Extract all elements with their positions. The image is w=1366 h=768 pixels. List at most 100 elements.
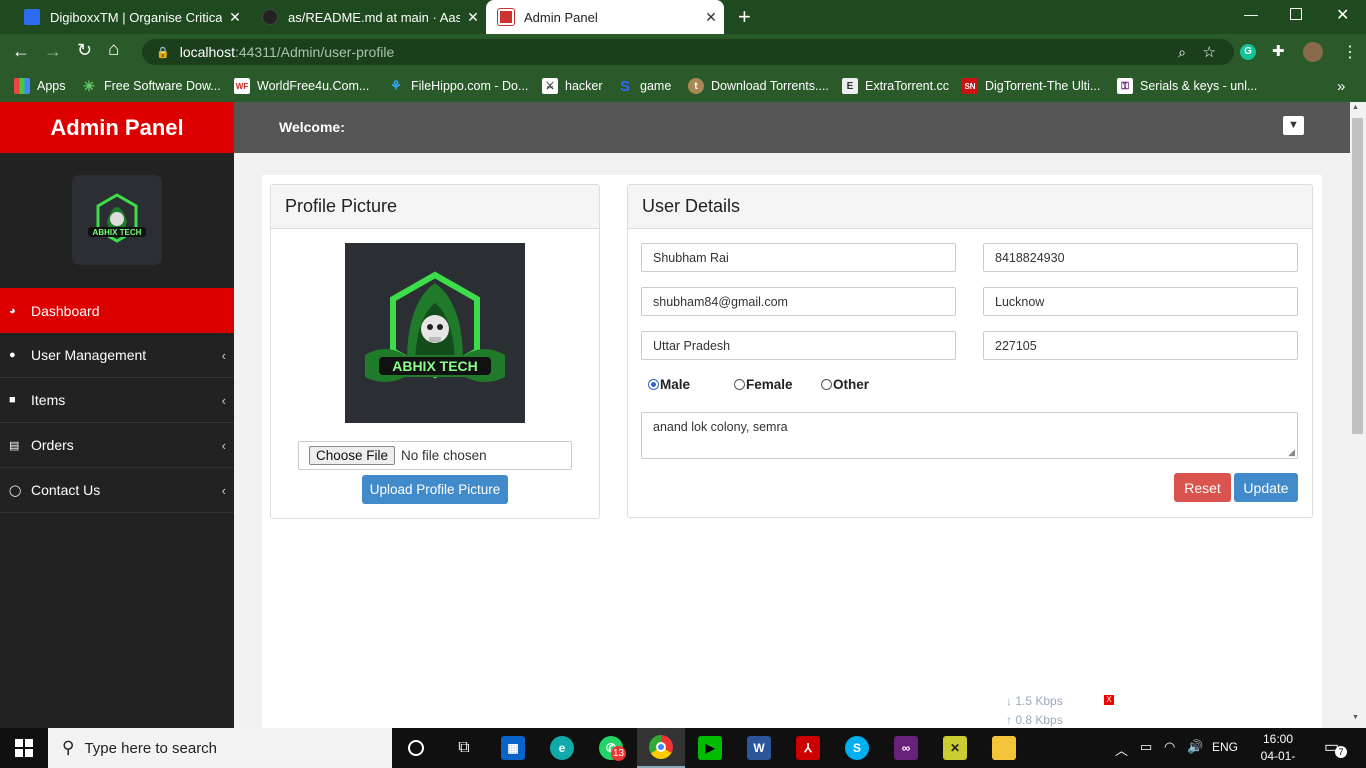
bookmark-serials-keys[interactable]: ⚿ Serials & keys - unl... (1117, 70, 1257, 102)
resize-handle-icon[interactable]: ◢ (1288, 447, 1295, 458)
github-icon (262, 9, 278, 25)
tab-readme[interactable]: as/README.md at main · AasthaS ✕ (250, 0, 486, 34)
city-field[interactable]: Lucknow (983, 287, 1298, 316)
tab-label: as/README.md at main · AasthaS (288, 9, 460, 25)
address-bar[interactable]: 🔒 localhost:44311/Admin/user-profile ⌕ ☆ (142, 39, 1234, 65)
update-button[interactable]: Update (1234, 473, 1298, 502)
taskbar-store[interactable]: ▦ (489, 728, 537, 768)
store-icon: ▦ (501, 736, 525, 760)
close-icon[interactable]: ✕ (698, 9, 724, 26)
zoom-icon[interactable]: ⌕ (1178, 44, 1186, 61)
minimize-icon[interactable]: — (1244, 6, 1258, 22)
bookmark-game[interactable]: Sgame (617, 70, 671, 102)
taskbar-visual-studio[interactable]: ∞ (882, 728, 930, 768)
bookmark-label: FileHippo.com - Do... (411, 79, 529, 93)
bookmark-filehippo[interactable]: ⚘ FileHippo.com - Do... (388, 70, 528, 102)
home-icon[interactable]: ⌂ (108, 40, 119, 59)
start-button[interactable] (0, 728, 48, 768)
table-icon: ▤ (9, 439, 20, 452)
taskbar-search[interactable]: ⚲ Type here to search (48, 728, 392, 768)
battery-icon[interactable]: ▭ (1140, 739, 1152, 755)
folder-icon (992, 736, 1016, 760)
sidebar-item-dashboard[interactable]: ◕ Dashboard (0, 288, 234, 333)
pincode-field[interactable]: 227105 (983, 331, 1298, 360)
grammarly-icon[interactable]: G (1240, 44, 1256, 60)
taskbar-chrome[interactable] (637, 728, 685, 768)
gender-male-radio[interactable]: Male (648, 377, 690, 392)
maximize-icon[interactable] (1290, 8, 1302, 20)
taskbar-edge[interactable]: e (538, 728, 586, 768)
widget-close-button[interactable]: X (1104, 695, 1114, 705)
reset-button[interactable]: Reset (1174, 473, 1231, 502)
tool-icon: ✕ (943, 736, 967, 760)
state-field[interactable]: Uttar Pradesh (641, 331, 956, 360)
address-field[interactable]: anand lok colony, semra ◢ (641, 412, 1298, 459)
close-icon[interactable]: ✕ (222, 9, 248, 26)
file-input[interactable]: Choose File No file chosen (298, 441, 572, 470)
tray-chevron-up-icon[interactable]: ︿ (1115, 740, 1128, 759)
choose-file-button[interactable]: Choose File (309, 446, 396, 465)
dashboard-icon: ◕ (9, 304, 16, 317)
user-dropdown-toggle[interactable]: ▼ (1283, 116, 1304, 135)
profile-avatar[interactable] (1303, 42, 1323, 62)
scroll-down-icon[interactable]: ▼ (1352, 714, 1359, 721)
taskbar-app[interactable]: ✕ (931, 728, 979, 768)
bookmark-label: Free Software Dow... (104, 79, 221, 93)
back-icon[interactable]: ← (12, 42, 30, 60)
scroll-up-icon[interactable]: ▲ (1352, 104, 1359, 111)
forward-icon[interactable]: → (44, 42, 62, 60)
torrent-icon: t (688, 78, 704, 94)
taskbar-skype[interactable]: S (833, 728, 881, 768)
tab-admin-panel[interactable]: Admin Panel ✕ (486, 0, 724, 34)
close-window-icon[interactable]: ✕ (1336, 5, 1349, 25)
sidebar-item-contact-us[interactable]: ◯ Contact Us ‹ (0, 468, 234, 513)
gender-other-radio[interactable]: Other (821, 377, 869, 392)
language-indicator[interactable]: ENG (1212, 740, 1238, 754)
page-scrollbar[interactable]: ▲ ▼ (1350, 102, 1366, 728)
menu-icon[interactable]: ⋮ (1342, 42, 1358, 62)
clock[interactable]: 16:00 04-01-2021 (1248, 731, 1308, 768)
scrollbar-thumb[interactable] (1352, 118, 1363, 434)
wifi-icon[interactable]: ◠ (1164, 739, 1175, 755)
taskbar-acrobat[interactable]: ⅄ (784, 728, 832, 768)
notifications-icon[interactable]: ▭ 7 (1324, 737, 1347, 758)
bookmark-download-torrents[interactable]: t Download Torrents.... (688, 70, 829, 102)
taskbar-word[interactable]: W (735, 728, 783, 768)
user-icon: ● (9, 349, 16, 361)
star-icon[interactable]: ☆ (1203, 43, 1216, 61)
tab-label: DigiboxxTM | Organise Critical Da (50, 9, 222, 25)
sidebar-item-user-management[interactable]: ● User Management ‹ (0, 333, 234, 378)
reload-icon[interactable]: ↻ (77, 41, 92, 59)
sidebar-logo: ABHIX TECH (72, 175, 162, 265)
taskbar-file-explorer[interactable] (980, 728, 1028, 768)
more-bookmarks-icon[interactable]: » (1337, 70, 1345, 102)
sidebar-item-items[interactable]: ■ Items ‹ (0, 378, 234, 423)
phone-field[interactable]: 8418824930 (983, 243, 1298, 272)
taskbar-pycharm[interactable]: ▶ (686, 728, 734, 768)
upload-profile-picture-button[interactable]: Upload Profile Picture (362, 475, 508, 504)
volume-icon[interactable]: 🔊 (1187, 739, 1203, 755)
chevron-left-icon: ‹ (221, 392, 226, 408)
windows-icon (15, 739, 33, 757)
bookmark-extratorrent[interactable]: E ExtraTorrent.cc (842, 70, 949, 102)
bookmark-hacker[interactable]: ⚔ hacker (542, 70, 603, 102)
cortana-button[interactable] (392, 728, 440, 768)
radio-checked-icon (648, 379, 659, 390)
task-view-button[interactable]: ⧉ (440, 728, 488, 768)
gender-female-radio[interactable]: Female (734, 377, 793, 392)
profile-image: ABHIX TECH (345, 243, 525, 423)
taskbar-whatsapp[interactable]: ✆ 13 (587, 728, 635, 768)
name-field[interactable]: Shubham Rai (641, 243, 956, 272)
email-field[interactable]: shubham84@gmail.com (641, 287, 956, 316)
bookmark-free-software[interactable]: ✳ Free Software Dow... (81, 70, 221, 102)
new-tab-button[interactable]: + (738, 5, 758, 29)
bookmark-worldfree4u[interactable]: WF WorldFree4u.Com... (234, 70, 369, 102)
bookmark-digtorrent[interactable]: SN DigTorrent-The Ulti... (962, 70, 1100, 102)
game-icon: S (619, 77, 630, 95)
tab-digiboxx[interactable]: DigiboxxTM | Organise Critical Da ✕ (12, 0, 248, 34)
bookmark-apps[interactable]: Apps (14, 70, 66, 102)
extensions-icon[interactable]: ✚ (1272, 42, 1285, 60)
close-icon[interactable]: ✕ (460, 9, 486, 26)
pdf-icon: ⅄ (796, 736, 820, 760)
sidebar-item-orders[interactable]: ▤ Orders ‹ (0, 423, 234, 468)
